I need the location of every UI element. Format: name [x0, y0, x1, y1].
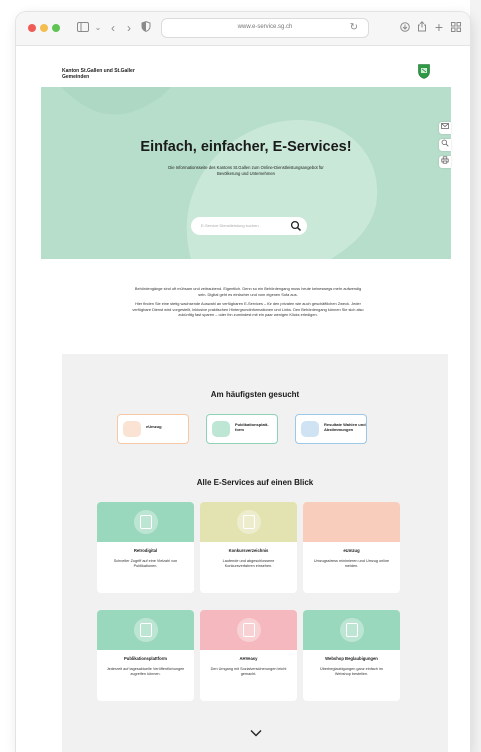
intro-paragraph-2: Hier finden Sie eine stetig wachsende Au…	[132, 301, 364, 318]
popular-title: Am häufigsten gesucht	[210, 390, 300, 399]
certificate-icon	[346, 623, 358, 637]
forward-icon[interactable]: ›	[124, 20, 134, 36]
results-icon	[301, 421, 319, 437]
publication-icon	[212, 421, 230, 437]
card-description: Umzugsstress minimieren und Umzug online…	[313, 559, 390, 568]
popular-item-publikationsplattform[interactable]: Publikationsplatt-form	[206, 414, 278, 444]
card-header	[97, 502, 194, 542]
canton-logo-text[interactable]: Kanton St.Gallen und St.Galler Gemeinden	[62, 68, 142, 80]
card-title: Publikationsplattform	[123, 656, 168, 661]
close-window-button[interactable]	[28, 24, 36, 32]
card-header	[200, 610, 297, 650]
document-icon	[140, 515, 152, 529]
popular-item-label: Resultate Wahlen und Abstimmungen	[324, 422, 366, 432]
insurance-icon	[243, 623, 255, 637]
service-card-ahveasy[interactable]: AHVeasy Den Umgang mit Sozialversicherun…	[200, 610, 297, 701]
intro-text: Behördengänge sind oft mühsam und zeitra…	[131, 286, 365, 318]
popular-item-resultate[interactable]: Resultate Wahlen und Abstimmungen	[295, 414, 367, 444]
hero-subtitle: Die Informationsseite des Kantons St.Gal…	[168, 165, 324, 176]
maximize-window-button[interactable]	[52, 24, 60, 32]
card-title: Retrodigital	[133, 548, 158, 553]
card-title: Konkursverzeichnis	[228, 548, 269, 553]
service-card-webshop[interactable]: Webshop Beglaubigungen Überbeglaubigunge…	[303, 610, 400, 701]
privacy-shield-icon[interactable]	[140, 20, 152, 36]
card-description: Laufende und abgeschlossene Konkursverfa…	[222, 559, 275, 568]
card-header	[97, 610, 194, 650]
address-bar[interactable]: www.e-service.sg.ch ↻	[161, 18, 369, 38]
popular-item-label: eUmzug	[146, 424, 162, 429]
back-icon[interactable]: ‹	[108, 20, 118, 36]
service-card-konkursverzeichnis[interactable]: Konkursverzeichnis Laufende und abgeschl…	[200, 502, 297, 593]
all-services-title: Alle E-Services auf einen Blick	[196, 478, 314, 487]
share-icon[interactable]	[416, 20, 428, 36]
card-description: Überbeglaubigungen ganz einfach im Websh…	[320, 667, 383, 676]
card-icon-bg	[340, 510, 364, 534]
print-icon[interactable]	[439, 156, 451, 168]
service-card-retrodigital[interactable]: Retrodigital Schneller Zugriff auf eine …	[97, 502, 194, 593]
minimize-window-button[interactable]	[40, 24, 48, 32]
mail-icon[interactable]	[439, 122, 451, 134]
list-icon	[243, 515, 255, 529]
browser-window: ⌄ ‹ › www.e-service.sg.ch ↻ + Kanton St.…	[16, 12, 470, 752]
sidebar-menu-chevron-icon[interactable]: ⌄	[94, 20, 102, 36]
chevron-down-icon[interactable]	[250, 729, 262, 737]
hero-title: Einfach, einfacher, E-Services!	[140, 139, 352, 155]
intro-paragraph-1: Behördengänge sind oft mühsam und zeitra…	[134, 286, 362, 297]
card-header	[200, 502, 297, 542]
card-description: Schneller Zugriff auf eine Vielzahl von …	[113, 559, 178, 568]
downloads-icon[interactable]	[399, 20, 411, 36]
search-icon[interactable]	[289, 219, 303, 233]
search-placeholder: E-Service Dienstleistung suchen	[201, 223, 259, 228]
canton-crest-icon[interactable]	[418, 64, 430, 79]
page: ⌄ ‹ › www.e-service.sg.ch ↻ + Kanton St.…	[0, 0, 481, 752]
card-header	[303, 502, 400, 542]
browser-toolbar: ⌄ ‹ › www.e-service.sg.ch ↻ +	[16, 12, 470, 46]
card-description: Jederzeit auf tagesaktuelle Veröffentlic…	[106, 667, 185, 676]
address-bar-text: www.e-service.sg.ch	[237, 24, 293, 30]
card-title: AHVeasy	[239, 656, 258, 661]
card-description: Den Umgang mit Sozialversicherungen leic…	[210, 667, 287, 676]
card-title: eUmzug	[343, 548, 360, 553]
card-header	[303, 610, 400, 650]
publication-icon	[140, 623, 152, 637]
reload-icon[interactable]: ↻	[350, 22, 358, 33]
site-header: Kanton St.Gallen und St.Galler Gemeinden	[16, 46, 470, 92]
sidebar-toggle-icon[interactable]	[74, 20, 92, 36]
service-card-publikationsplattform[interactable]: Publikationsplattform Jederzeit auf tage…	[97, 610, 194, 701]
popular-item-eumzug[interactable]: eUmzug	[117, 414, 189, 444]
card-title: Webshop Beglaubigungen	[325, 656, 378, 661]
service-card-eumzug[interactable]: eUmzug Umzugsstress minimieren und Umzug…	[303, 502, 400, 593]
popular-item-label: Publikationsplatt-form	[235, 422, 269, 432]
side-toolbar	[439, 120, 451, 173]
tab-overview-icon[interactable]	[450, 20, 462, 36]
services-section: Am häufigsten gesucht eUmzug Publikation…	[62, 354, 448, 752]
new-tab-icon[interactable]: +	[433, 20, 445, 34]
service-search-input[interactable]: E-Service Dienstleistung suchen	[191, 217, 307, 235]
eumzug-icon	[123, 421, 141, 437]
hero-banner: Einfach, einfacher, E-Services! Die Info…	[41, 87, 451, 259]
zoom-icon[interactable]	[439, 139, 451, 151]
